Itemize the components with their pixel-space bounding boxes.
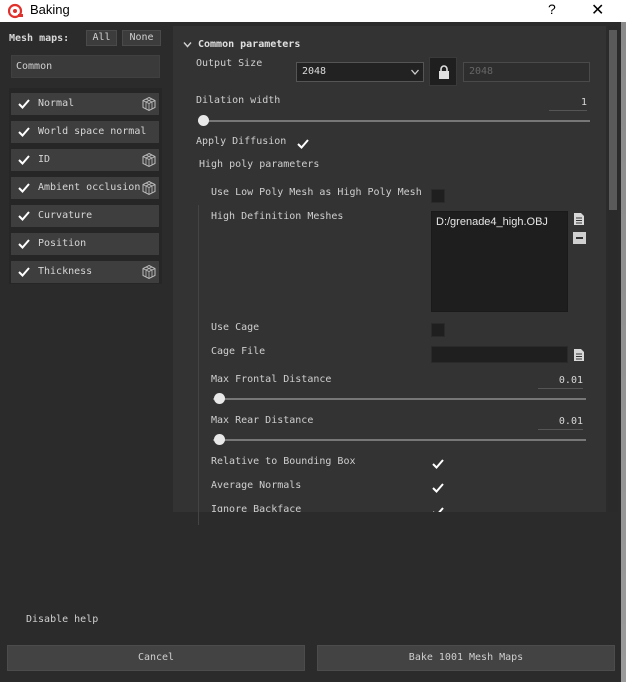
max-frontal-distance-slider-handle[interactable] [214, 393, 225, 404]
mesh-map-item[interactable]: Position [11, 233, 159, 255]
output-size-locked-field: 2048 [463, 62, 590, 82]
use-low-poly-checkbox[interactable] [431, 189, 445, 203]
dilation-width-slider-track[interactable] [198, 120, 590, 122]
mesh-map-label: World space normal [38, 126, 147, 137]
max-frontal-distance-field[interactable]: 0.01 [538, 375, 583, 389]
mesh-map-label: Normal [38, 98, 75, 109]
mesh-map-label: Curvature [38, 210, 93, 221]
mesh-map-checkbox[interactable] [17, 97, 31, 111]
mesh-map-label: Position [38, 238, 87, 249]
document-icon[interactable] [573, 348, 585, 362]
cube-settings-icon[interactable] [141, 264, 157, 280]
mesh-map-checkbox[interactable] [17, 265, 31, 279]
mesh-maps-list: Normal World space normal ID Ambient occlus… [9, 88, 162, 284]
max-frontal-distance-label: Max Frontal Distance [211, 374, 332, 385]
common-parameters-title[interactable]: Common parameters [198, 39, 300, 50]
baking-window: Mesh maps: All None Common Normal World s… [0, 22, 621, 682]
dilation-width-label: Dilation width [196, 95, 281, 106]
title-bar: Baking ? ✕ [0, 0, 626, 22]
cancel-button[interactable]: Cancel [7, 645, 305, 671]
mesh-map-label: Ambient occlusion [38, 182, 141, 193]
parameters-scrollbar[interactable] [608, 26, 618, 512]
cage-file-label: Cage File [211, 346, 266, 357]
use-cage-checkbox[interactable] [431, 323, 445, 337]
mesh-map-item[interactable]: Ambient occlusion [11, 177, 159, 199]
mesh-map-checkbox[interactable] [17, 181, 31, 195]
window-title: Baking [30, 2, 70, 17]
select-none-button[interactable]: None [122, 30, 161, 46]
high-poly-group-line [198, 205, 199, 525]
relative-to-bbox-checkbox[interactable] [431, 457, 445, 471]
max-rear-distance-slider-handle[interactable] [214, 434, 225, 445]
use-cage-label: Use Cage [211, 322, 260, 333]
dilation-width-slider-handle[interactable] [198, 115, 209, 126]
max-rear-distance-field[interactable]: 0.01 [538, 416, 583, 430]
cube-settings-icon[interactable] [141, 152, 157, 168]
mesh-map-item[interactable]: Curvature [11, 205, 159, 227]
output-size-value: 2048 [302, 66, 327, 77]
mesh-maps-label: Mesh maps: [9, 33, 70, 44]
mesh-map-checkbox[interactable] [17, 125, 31, 139]
close-button[interactable]: ✕ [591, 0, 604, 20]
substance-logo-icon [8, 3, 23, 19]
use-low-poly-label: Use Low Poly Mesh as High Poly Mesh [211, 187, 422, 198]
mesh-map-item[interactable]: Thickness [11, 261, 159, 283]
mesh-map-item[interactable]: World space normal [11, 121, 159, 143]
apply-diffusion-checkbox[interactable] [296, 137, 310, 151]
high-definition-meshes-list[interactable]: D:/grenade4_high.OBJ [431, 211, 568, 312]
mesh-file-item[interactable]: D:/grenade4_high.OBJ [436, 216, 563, 228]
mesh-map-label: Thickness [38, 266, 93, 277]
output-size-label: Output Size [196, 58, 263, 69]
ignore-backface-checkbox[interactable] [431, 505, 445, 512]
output-size-select[interactable]: 2048 [296, 62, 424, 82]
mesh-map-checkbox[interactable] [17, 153, 31, 167]
help-button[interactable]: ? [548, 1, 556, 17]
scrollbar-thumb[interactable] [609, 30, 617, 210]
select-all-button[interactable]: All [86, 30, 117, 46]
average-normals-checkbox[interactable] [431, 481, 445, 495]
background-strip [621, 22, 626, 682]
mesh-map-label: ID [38, 154, 51, 165]
chevron-down-icon [411, 69, 419, 75]
lock-button[interactable] [429, 57, 457, 86]
disable-help-link[interactable]: Disable help [26, 614, 98, 625]
mesh-map-checkbox[interactable] [17, 237, 31, 251]
mesh-map-item[interactable]: ID [11, 149, 159, 171]
lock-icon [439, 65, 449, 79]
clipped-row: Ignore Backface [173, 500, 606, 512]
ignore-backface-label: Ignore Backface [211, 504, 302, 512]
remove-icon[interactable] [573, 232, 586, 244]
max-frontal-distance-slider-track[interactable] [213, 398, 586, 400]
cube-settings-icon[interactable] [141, 96, 157, 112]
cage-file-field[interactable] [431, 346, 568, 363]
high-poly-parameters-title: High poly parameters [199, 159, 320, 170]
dilation-width-field[interactable]: 1 [549, 97, 587, 111]
common-item[interactable]: Common [11, 55, 160, 78]
cube-settings-icon[interactable] [141, 180, 157, 196]
max-rear-distance-slider-track[interactable] [213, 439, 586, 441]
bake-button[interactable]: Bake 1001 Mesh Maps [317, 645, 615, 671]
average-normals-label: Average Normals [211, 480, 302, 491]
max-rear-distance-label: Max Rear Distance [211, 415, 314, 426]
chevron-down-icon[interactable] [183, 40, 192, 49]
high-definition-meshes-label: High Definition Meshes [211, 211, 344, 222]
mesh-map-checkbox[interactable] [17, 209, 31, 223]
relative-to-bbox-label: Relative to Bounding Box [211, 456, 356, 467]
document-icon[interactable] [573, 212, 585, 226]
mesh-map-item[interactable]: Normal [11, 93, 159, 115]
apply-diffusion-label: Apply Diffusion [196, 136, 287, 147]
